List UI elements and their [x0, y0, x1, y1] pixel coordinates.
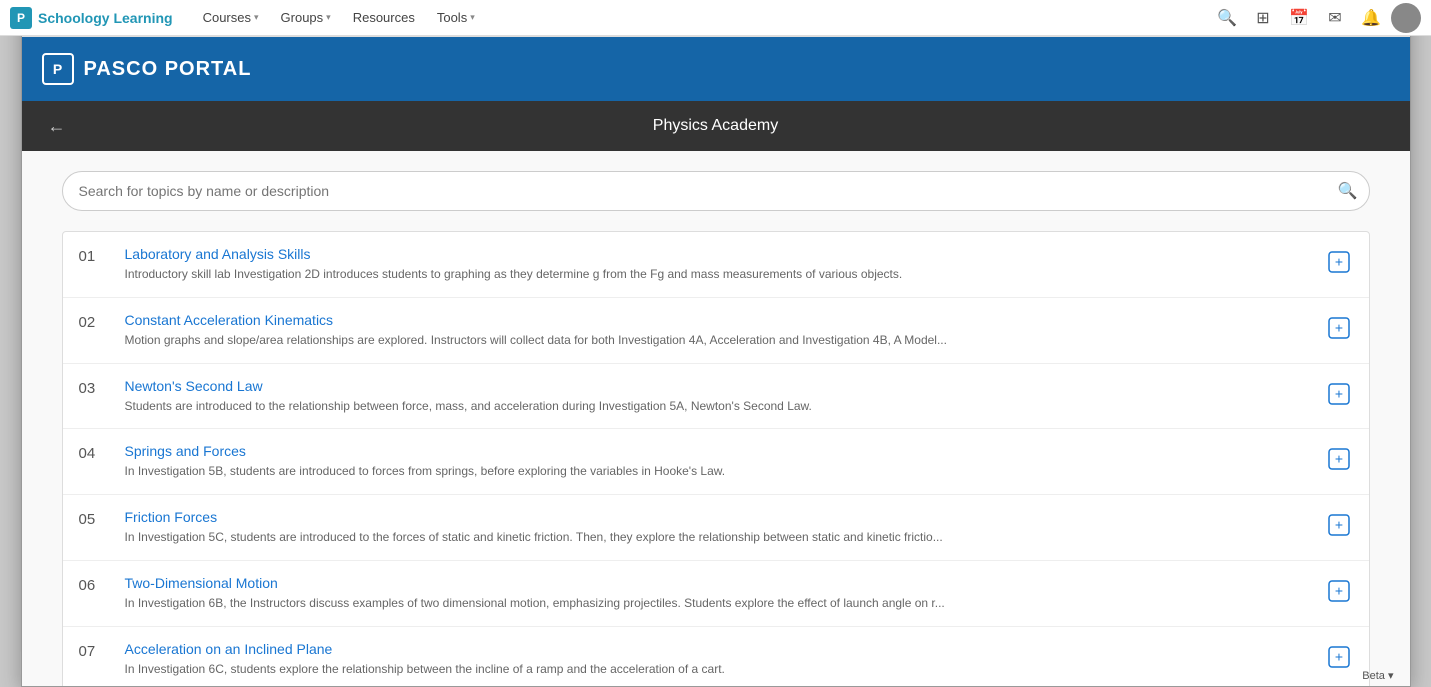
topic-item: 01 Laboratory and Analysis Skills Introd… — [63, 232, 1369, 298]
topic-item: 03 Newton's Second Law Students are intr… — [63, 364, 1369, 430]
section-title: Physics Academy — [653, 117, 778, 135]
topic-action: + — [1325, 575, 1353, 605]
topic-title[interactable]: Constant Acceleration Kinematics — [125, 312, 1309, 328]
topic-title[interactable]: Laboratory and Analysis Skills — [125, 246, 1309, 262]
topic-action: + — [1325, 641, 1353, 671]
avatar[interactable] — [1391, 3, 1421, 33]
search-container: 🔍 — [62, 171, 1370, 211]
topic-content: Springs and Forces In Investigation 5B, … — [125, 443, 1309, 480]
add-to-course-icon[interactable]: + — [1325, 445, 1353, 473]
topic-description: Motion graphs and slope/area relationshi… — [125, 332, 1309, 349]
pasco-logo-icon: P — [42, 53, 74, 85]
beta-badge[interactable]: Beta ▾ — [1362, 669, 1393, 682]
topic-item: 06 Two-Dimensional Motion In Investigati… — [63, 561, 1369, 627]
search-submit-icon[interactable]: 🔍 — [1338, 181, 1358, 201]
add-to-course-icon[interactable]: + — [1325, 380, 1353, 408]
topic-number: 03 — [79, 378, 109, 397]
topic-title[interactable]: Two-Dimensional Motion — [125, 575, 1309, 591]
pasco-logo: P PASCO PORTAL — [42, 53, 252, 85]
back-button[interactable]: ← — [42, 111, 72, 141]
nav-resources[interactable]: Resources — [343, 0, 425, 36]
topic-action: + — [1325, 246, 1353, 276]
chevron-down-icon: ▾ — [254, 12, 259, 23]
topic-content: Friction Forces In Investigation 5C, stu… — [125, 509, 1309, 546]
topic-action: + — [1325, 312, 1353, 342]
topic-content: Newton's Second Law Students are introdu… — [125, 378, 1309, 415]
add-to-course-icon[interactable]: + — [1325, 314, 1353, 342]
chevron-down-icon: ▾ — [326, 12, 331, 23]
top-bar: P Schoology Learning Courses ▾ Groups ▾ … — [0, 0, 1431, 36]
topic-number: 07 — [79, 641, 109, 660]
topic-description: Students are introduced to the relations… — [125, 398, 1309, 415]
chevron-down-icon: ▾ — [470, 12, 475, 23]
svg-text:+: + — [1334, 451, 1342, 467]
topic-description: Introductory skill lab Investigation 2D … — [125, 266, 1309, 283]
topic-item: 04 Springs and Forces In Investigation 5… — [63, 429, 1369, 495]
topic-number: 04 — [79, 443, 109, 462]
topic-item: 05 Friction Forces In Investigation 5C, … — [63, 495, 1369, 561]
add-materials-modal: Add Materials × P PASCO PORTAL ← Physics… — [21, 0, 1411, 687]
app-name: Schoology Learning — [38, 10, 173, 26]
calendar-icon[interactable]: 📅 — [1283, 2, 1315, 34]
topic-action: + — [1325, 378, 1353, 408]
pasco-portal-label: PASCO PORTAL — [84, 58, 252, 81]
topic-number: 01 — [79, 246, 109, 265]
svg-text:+: + — [1334, 254, 1342, 270]
top-bar-right: 🔍 ⊞ 📅 ✉ 🔔 — [1211, 2, 1421, 34]
topic-content: Constant Acceleration Kinematics Motion … — [125, 312, 1309, 349]
topic-content: Laboratory and Analysis Skills Introduct… — [125, 246, 1309, 283]
topic-number: 06 — [79, 575, 109, 594]
grid-icon[interactable]: ⊞ — [1247, 2, 1279, 34]
svg-text:+: + — [1334, 582, 1342, 598]
svg-text:+: + — [1334, 385, 1342, 401]
add-to-course-icon[interactable]: + — [1325, 643, 1353, 671]
logo-icon: P — [10, 7, 32, 29]
topic-list: 01 Laboratory and Analysis Skills Introd… — [62, 231, 1370, 686]
search-icon[interactable]: 🔍 — [1211, 2, 1243, 34]
mail-icon[interactable]: ✉ — [1319, 2, 1351, 34]
topic-item: 07 Acceleration on an Inclined Plane In … — [63, 627, 1369, 686]
nav-groups[interactable]: Groups ▾ — [271, 0, 341, 36]
topic-title[interactable]: Friction Forces — [125, 509, 1309, 525]
topic-content: Two-Dimensional Motion In Investigation … — [125, 575, 1309, 612]
topic-title[interactable]: Acceleration on an Inclined Plane — [125, 641, 1309, 657]
topic-description: In Investigation 5C, students are introd… — [125, 529, 1309, 546]
topic-title[interactable]: Springs and Forces — [125, 443, 1309, 459]
app-logo: P Schoology Learning — [10, 7, 173, 29]
svg-text:+: + — [1334, 648, 1342, 664]
topic-description: In Investigation 6C, students explore th… — [125, 661, 1309, 678]
topic-item: 02 Constant Acceleration Kinematics Moti… — [63, 298, 1369, 364]
nav-bar: ← Physics Academy — [22, 101, 1410, 151]
search-wrapper: 🔍 — [62, 171, 1370, 211]
svg-text:+: + — [1334, 517, 1342, 533]
topic-description: In Investigation 6B, the Instructors dis… — [125, 595, 1309, 612]
nav-courses[interactable]: Courses ▾ — [193, 0, 269, 36]
bell-icon[interactable]: 🔔 — [1355, 2, 1387, 34]
topic-action: + — [1325, 443, 1353, 473]
topic-title[interactable]: Newton's Second Law — [125, 378, 1309, 394]
pasco-header: P PASCO PORTAL — [22, 37, 1410, 101]
add-to-course-icon[interactable]: + — [1325, 511, 1353, 539]
content-area: 🔍 01 Laboratory and Analysis Skills Intr… — [22, 151, 1410, 686]
nav-tools[interactable]: Tools ▾ — [427, 0, 485, 36]
topic-description: In Investigation 5B, students are introd… — [125, 463, 1309, 480]
add-to-course-icon[interactable]: + — [1325, 248, 1353, 276]
search-input[interactable] — [62, 171, 1370, 211]
topic-content: Acceleration on an Inclined Plane In Inv… — [125, 641, 1309, 678]
top-nav: Courses ▾ Groups ▾ Resources Tools ▾ — [193, 0, 485, 36]
topic-action: + — [1325, 509, 1353, 539]
topic-number: 05 — [79, 509, 109, 528]
svg-text:+: + — [1334, 319, 1342, 335]
topic-number: 02 — [79, 312, 109, 331]
add-to-course-icon[interactable]: + — [1325, 577, 1353, 605]
